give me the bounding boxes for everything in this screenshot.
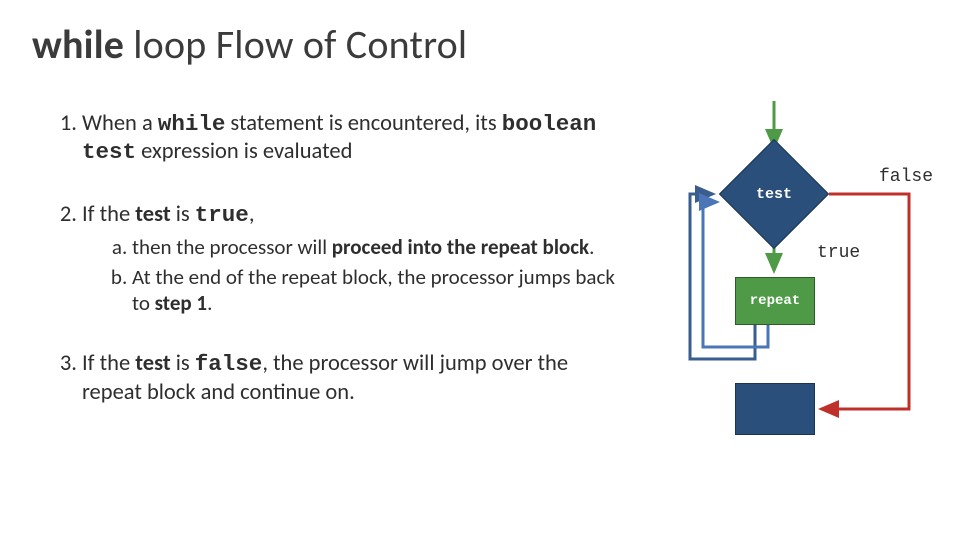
repeat-box: repeat [735,277,815,325]
list-item-2b: At the end of the repeat block, the proc… [132,265,628,316]
list-item-2a: then the processor will proceed into the… [132,235,628,261]
end-box [735,383,815,435]
list-item-1: When a while statement is encountered, i… [82,110,628,167]
code-false: false [195,351,263,377]
list-item-2: If the test is true, then the processor … [82,201,628,316]
code-true: true [195,202,249,228]
code-while: while [158,111,226,137]
false-label: false [879,167,933,187]
true-label: true [817,243,860,263]
test-label: test [735,155,813,233]
title-rest: loop Flow of Control [124,20,467,69]
body-text: When a while statement is encountered, i… [38,110,628,440]
slide-title: while loop Flow of Control [32,20,467,69]
list-item-3: If the test is false, the processor will… [82,350,628,406]
slide: while loop Flow of Control When a while … [0,0,960,540]
flow-diagram: test false true repeat [655,95,955,455]
title-while: while [32,20,124,69]
bold-test: test [135,201,170,228]
